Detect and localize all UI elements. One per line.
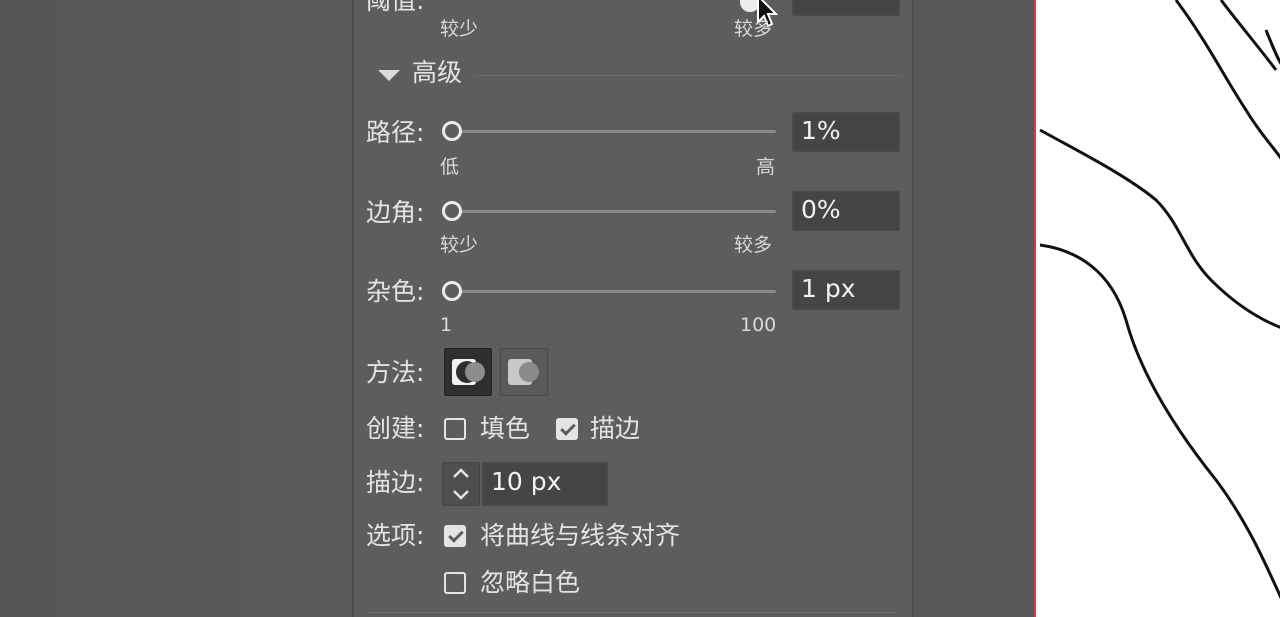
section-divider (474, 75, 902, 76)
overlapping-method-button[interactable] (500, 348, 548, 396)
paths-label: 路径: (366, 118, 425, 147)
stepper-arrows-icon (453, 468, 469, 500)
image-trace-panel: 阈值: 较少 较多 高级 路径: 1% 低 高 边角: 0% 较少 较多 杂色:… (352, 0, 914, 617)
method-label: 方法: (366, 358, 425, 387)
advanced-section-header[interactable]: 高级 (374, 58, 904, 92)
paths-value-field[interactable]: 1% (792, 112, 900, 152)
paths-slider-track[interactable] (460, 130, 776, 133)
stroke-checkbox-label: 描边 (590, 414, 641, 443)
workspace-gap (914, 0, 1034, 617)
stroke-width-field[interactable]: 10 px (482, 462, 608, 506)
bottom-divider (368, 612, 898, 613)
stroke-checkbox[interactable] (556, 418, 578, 440)
noise-slider-knob[interactable] (442, 281, 462, 301)
advanced-title: 高级 (412, 58, 463, 87)
threshold-max-label: 较多 (734, 18, 773, 40)
corners-label: 边角: (366, 198, 425, 227)
noise-value-field[interactable]: 1 px (792, 270, 900, 310)
corners-slider-knob[interactable] (442, 201, 462, 221)
options-label: 选项: (366, 521, 425, 550)
noise-slider-track[interactable] (460, 290, 776, 293)
corners-max-label: 较多 (734, 234, 773, 256)
paths-slider-knob[interactable] (442, 121, 462, 141)
stroke-width-label: 描边: (366, 468, 425, 497)
stroke-width-stepper[interactable] (442, 462, 480, 506)
fill-checkbox[interactable] (444, 418, 466, 440)
artboard-canvas[interactable] (1034, 0, 1280, 617)
corners-slider-track[interactable] (460, 210, 776, 213)
ignore-white-label: 忽略白色 (480, 568, 581, 597)
workspace-background (0, 0, 352, 617)
abutting-method-icon (452, 359, 485, 385)
noise-min-label: 1 (440, 314, 453, 336)
abutting-method-button[interactable] (444, 348, 492, 396)
paths-max-label: 高 (756, 156, 776, 178)
paths-min-label: 低 (440, 156, 460, 178)
traced-artwork (1039, 0, 1280, 600)
noise-label: 杂色: (366, 277, 425, 306)
overlapping-method-icon (508, 359, 539, 385)
threshold-min-label: 较少 (440, 18, 479, 40)
snap-curves-checkbox[interactable] (444, 525, 466, 547)
disclosure-triangle-icon (378, 70, 400, 81)
create-label: 创建: (366, 414, 425, 443)
threshold-label: 阈值: (366, 0, 425, 15)
noise-max-label: 100 (740, 314, 777, 336)
snap-curves-label: 将曲线与线条对齐 (480, 521, 681, 550)
corners-min-label: 较少 (440, 234, 479, 256)
fill-checkbox-label: 填色 (480, 414, 531, 443)
corners-value-field[interactable]: 0% (792, 191, 900, 231)
threshold-value-field[interactable] (792, 0, 900, 16)
ignore-white-checkbox[interactable] (444, 572, 466, 594)
